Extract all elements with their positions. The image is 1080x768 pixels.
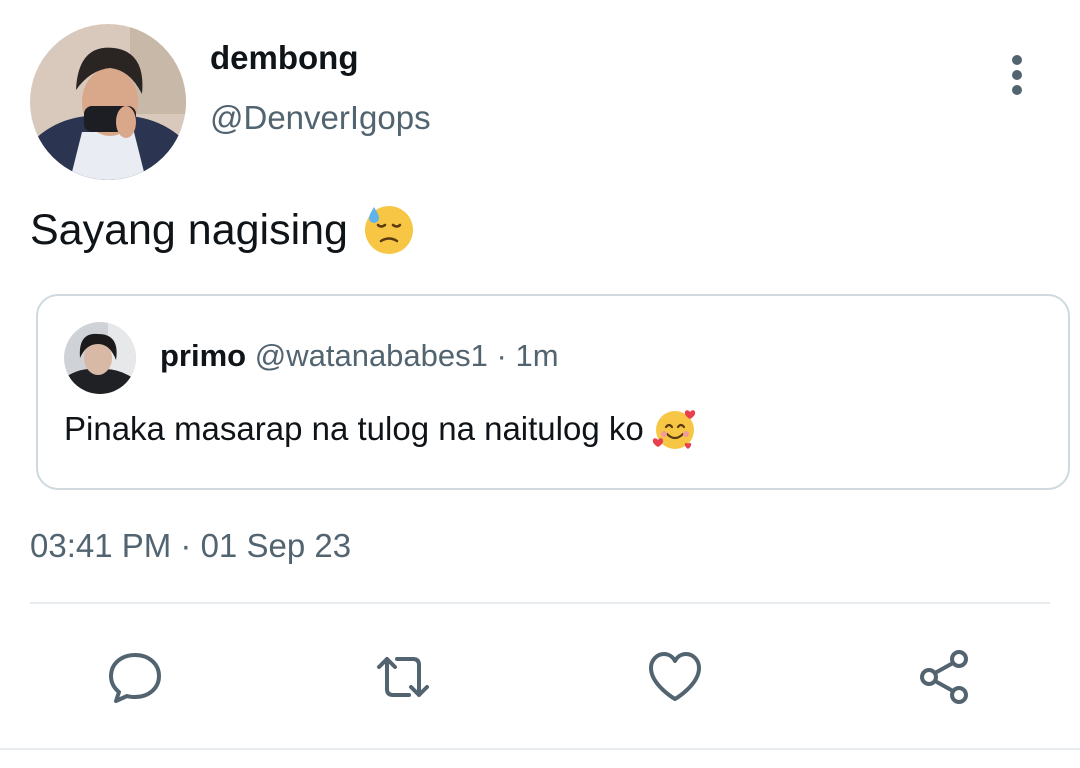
quoted-display-name: primo xyxy=(160,338,247,373)
tweet-timestamp[interactable]: 03:41 PM · 01 Sep 23 xyxy=(30,526,351,566)
tweet-text: Sayang nagising xyxy=(30,206,348,254)
divider xyxy=(0,748,1080,750)
reply-button[interactable] xyxy=(100,642,170,712)
author-display-name[interactable]: dembong xyxy=(210,38,358,78)
quoted-tweet-header: primo @watanababes1 · 1m xyxy=(160,336,559,376)
share-button[interactable] xyxy=(910,642,980,712)
retweet-button[interactable] xyxy=(368,642,438,712)
avatar-photo-icon xyxy=(30,24,186,180)
more-options-button[interactable] xyxy=(996,52,1038,98)
quoted-time-ago: 1m xyxy=(515,338,559,373)
retweet-icon xyxy=(377,657,429,697)
author-handle[interactable]: @DenverIgops xyxy=(210,98,431,138)
quoted-tweet-body: Pinaka masarap na tulog na naitulog ko xyxy=(64,404,698,454)
quoted-author-avatar[interactable] xyxy=(64,322,136,394)
quoted-tweet-text: Pinaka masarap na tulog na naitulog ko xyxy=(64,410,644,447)
quoted-handle: @watanababes1 xyxy=(254,338,488,373)
divider xyxy=(30,602,1050,604)
quoted-tweet-card[interactable]: primo @watanababes1 · 1m Pinaka masarap … xyxy=(36,294,1070,490)
tweet-body: Sayang nagising xyxy=(30,202,416,258)
quoted-separator: · xyxy=(496,338,507,373)
smiling-hearts-emoji-icon xyxy=(652,406,698,452)
author-avatar[interactable] xyxy=(30,24,186,180)
like-button[interactable] xyxy=(640,642,710,712)
heart-icon xyxy=(649,652,701,701)
more-vertical-icon xyxy=(1012,55,1022,95)
chat-bubble-icon xyxy=(109,653,161,703)
downcast-sweat-emoji-icon xyxy=(362,203,416,257)
share-icon xyxy=(920,650,968,704)
avatar-photo-icon xyxy=(64,322,136,394)
